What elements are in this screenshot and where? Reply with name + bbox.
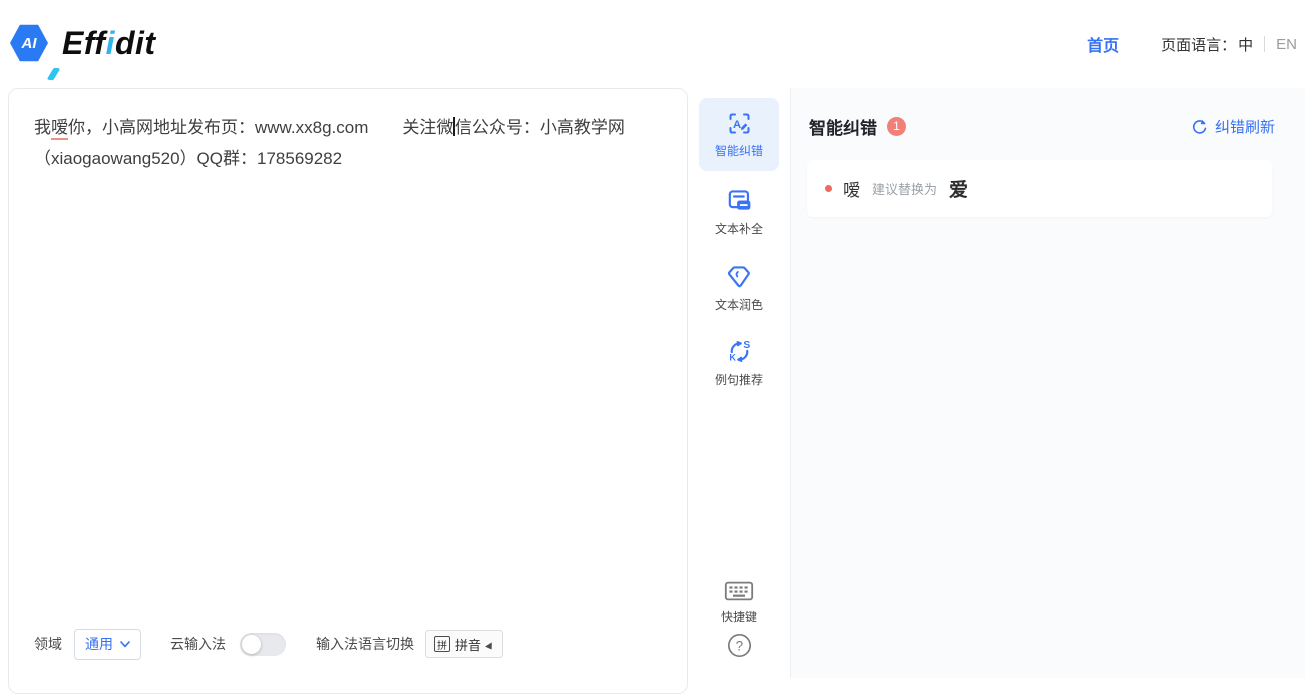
svg-text:A: A: [732, 119, 740, 131]
suggested-word[interactable]: 爱: [949, 175, 968, 202]
svg-text:K: K: [729, 353, 736, 363]
shortcut-keys-button[interactable]: 快捷键: [688, 579, 790, 625]
text-complete-doc-icon: [725, 186, 754, 215]
ime-switch-label: 输入法语言切换: [316, 634, 414, 654]
refresh-icon: [1191, 118, 1208, 135]
help-question-icon: ?: [726, 632, 753, 659]
tool-text-complete[interactable]: 文本补全: [688, 186, 790, 237]
cloud-ime-toggle[interactable]: [240, 633, 286, 656]
refresh-button-label: 纠错刷新: [1215, 116, 1275, 137]
tool-label: 智能纠错: [715, 142, 763, 159]
correction-count-badge: 1: [887, 117, 906, 136]
keyboard-icon: [723, 579, 755, 603]
editor-text-segment: 我: [34, 118, 51, 137]
shortcut-keys-label: 快捷键: [721, 608, 757, 625]
pinyin-badge-icon: 拼: [434, 636, 450, 652]
smart-correct-scan-icon: A: [726, 110, 753, 137]
panel-title: 智能纠错: [809, 114, 877, 139]
tools-sidebar: A 智能纠错 文本补全 文本润色 S K 例句推荐: [688, 88, 790, 678]
editor-text-segment: 信公众号：小高教学网: [455, 118, 625, 137]
tool-label: 文本润色: [715, 296, 763, 313]
refresh-corrections-button[interactable]: 纠错刷新: [1191, 116, 1275, 137]
tool-label: 文本补全: [715, 220, 763, 237]
ai-hexagon-icon: AI: [10, 24, 48, 62]
cloud-ime-label: 云输入法: [170, 634, 226, 654]
misspelled-word[interactable]: 嗳: [51, 118, 68, 140]
tool-text-polish[interactable]: 文本润色: [688, 262, 790, 313]
tool-smart-correct[interactable]: A 智能纠错: [699, 98, 779, 171]
chevron-down-icon: [120, 641, 130, 648]
language-zh-option[interactable]: 中: [1238, 34, 1253, 55]
logo-cyan-i: i: [106, 25, 115, 61]
logo-part2: dit: [115, 25, 156, 61]
top-header: AI Effidit 首页 页面语言： 中 EN: [0, 0, 1305, 88]
wrong-word: 嗳: [843, 176, 860, 201]
correction-dot-icon: [825, 185, 832, 192]
logo-part1: Eff: [62, 25, 106, 61]
logo-accent-mark: [47, 68, 61, 81]
correction-panel: 智能纠错 1 纠错刷新 嗳 建议替换为 爱: [790, 88, 1305, 678]
sentence-recommend-cycle-icon: S K: [725, 337, 754, 366]
help-button[interactable]: ?: [688, 632, 790, 659]
toggle-knob: [242, 635, 261, 654]
correction-panel-header: 智能纠错 1 纠错刷新: [809, 114, 1275, 138]
editor-line-1: 我嗳你，小高网地址发布页：www.xx8g.com 关注微信公众号：小高教学网: [34, 112, 652, 143]
suggestion-hint: 建议替换为: [872, 179, 937, 198]
pinyin-dropdown-arrow-icon: [485, 642, 495, 651]
language-divider: [1264, 36, 1265, 52]
ai-hexagon-label: AI: [22, 35, 37, 52]
tool-label: 例句推荐: [715, 371, 763, 388]
editor-card: 我嗳你，小高网地址发布页：www.xx8g.com 关注微信公众号：小高教学网 …: [8, 88, 688, 694]
effidit-logo: AI Effidit: [10, 24, 156, 62]
domain-label: 领域: [34, 634, 62, 654]
editor-line-2: （xiaogaowang520）QQ群：178569282: [34, 143, 652, 174]
domain-selected-value: 通用: [85, 634, 113, 654]
editor-text-segment: 你，小高网地址发布页：www.xx8g.com 关注微: [68, 118, 453, 137]
pinyin-ime-button[interactable]: 拼 拼音: [425, 630, 503, 658]
tool-sentence-recommend[interactable]: S K 例句推荐: [688, 337, 790, 388]
language-en-option[interactable]: EN: [1276, 36, 1297, 53]
nav-home-link[interactable]: 首页: [1087, 32, 1119, 56]
editor-textarea[interactable]: 我嗳你，小高网地址发布页：www.xx8g.com 关注微信公众号：小高教学网 …: [34, 112, 652, 174]
pinyin-button-label: 拼音: [455, 635, 481, 654]
correction-item[interactable]: 嗳 建议替换为 爱: [807, 160, 1272, 217]
editor-bottom-toolbar: 领域 通用 云输入法 输入法语言切换 拼 拼音: [34, 627, 503, 661]
logo-wordmark: Effidit: [62, 25, 156, 62]
svg-text:?: ?: [735, 638, 743, 653]
text-polish-gem-icon: [725, 262, 754, 291]
page-language-label: 页面语言：: [1161, 34, 1236, 55]
svg-text:S: S: [743, 340, 750, 351]
domain-select-dropdown[interactable]: 通用: [74, 629, 141, 660]
